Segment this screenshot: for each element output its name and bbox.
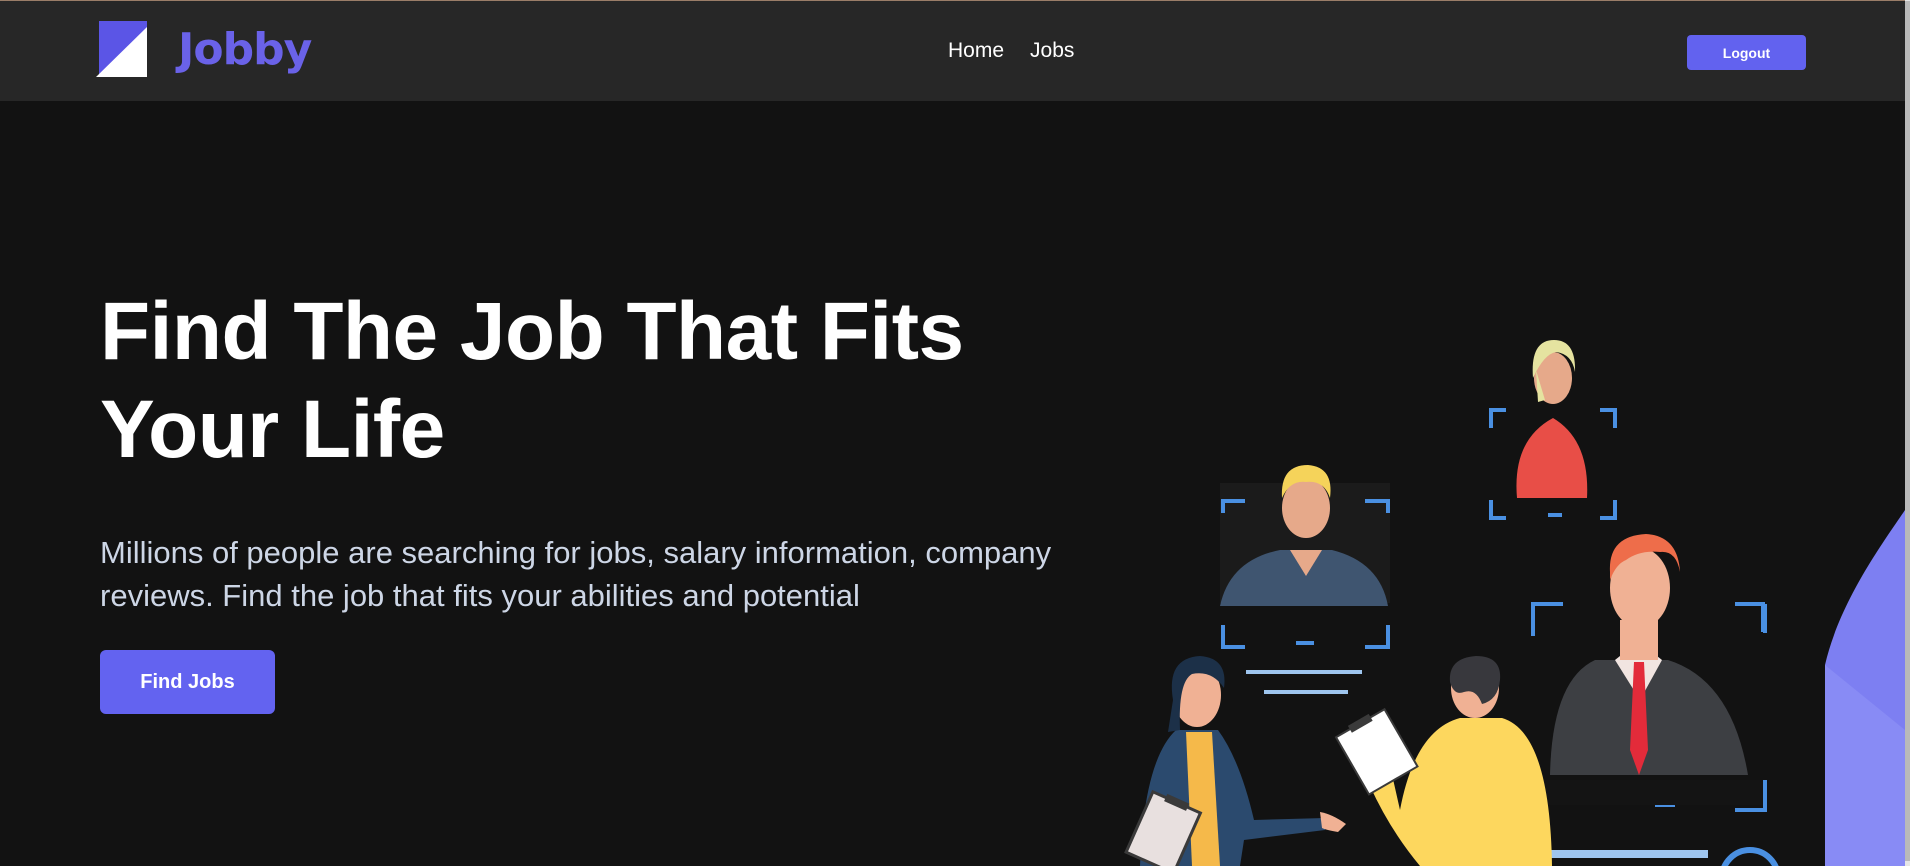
page-scrollbar-thumb[interactable] bbox=[1905, 1, 1910, 861]
woman-shirt bbox=[1516, 418, 1588, 498]
hero-description: Millions of people are searching for job… bbox=[100, 535, 1052, 613]
logout-button[interactable]: Logout bbox=[1687, 35, 1806, 70]
hero-title: Find The Job That Fits Your Life bbox=[100, 286, 964, 475]
navbar: Jobby Home Jobs Logout bbox=[0, 1, 1905, 101]
find-jobs-button[interactable]: Find Jobs bbox=[100, 650, 275, 714]
brand-name[interactable]: Jobby bbox=[178, 28, 312, 72]
nav-jobs-link[interactable]: Jobs bbox=[1030, 39, 1074, 63]
main-nav: Home Jobs bbox=[948, 39, 1074, 63]
card-line-1 bbox=[1246, 670, 1362, 674]
card-circle bbox=[1721, 847, 1779, 866]
jobby-logo-icon[interactable] bbox=[96, 19, 150, 79]
card-line-3 bbox=[1538, 850, 1708, 858]
clipboard-right bbox=[1334, 707, 1419, 796]
card-line-2 bbox=[1264, 690, 1348, 694]
nav-home-link[interactable]: Home bbox=[948, 39, 1004, 63]
hiring-illustration bbox=[1124, 340, 1905, 866]
